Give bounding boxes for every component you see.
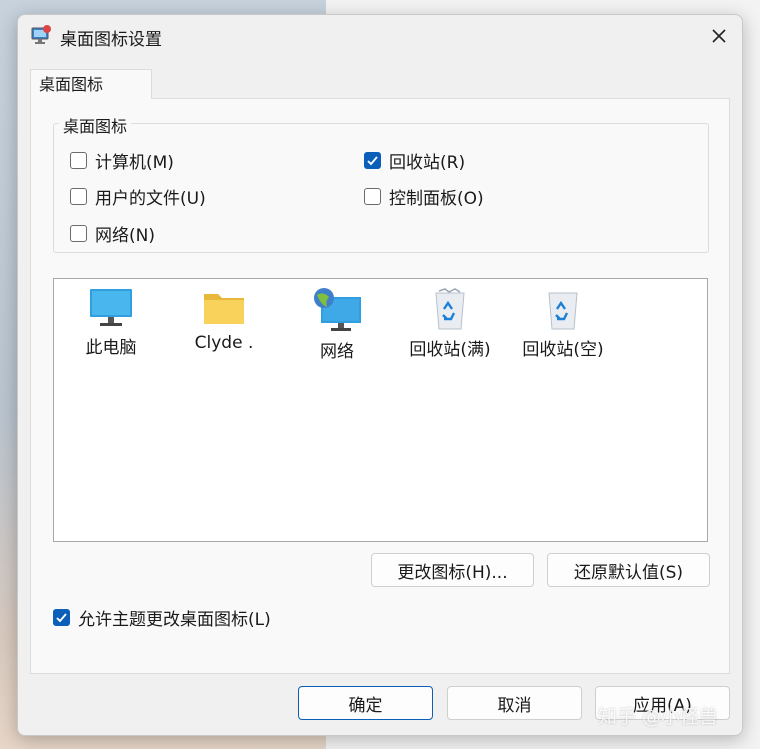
checkmark-icon <box>56 613 67 623</box>
checkbox-box[interactable] <box>364 152 381 169</box>
window-title: 桌面图标设置 <box>60 30 162 50</box>
icon-label: 回收站(空) <box>522 340 604 360</box>
title-bar[interactable]: 桌面图标设置 <box>18 15 742 57</box>
group-label: 桌面图标 <box>59 113 132 137</box>
recycle-bin-empty-icon <box>548 292 578 330</box>
checkbox-box[interactable] <box>364 188 381 205</box>
icon-item-network[interactable]: 网络 <box>289 287 385 362</box>
checkbox-label: 网络(N) <box>95 226 155 246</box>
checkbox-label: 回收站(R) <box>389 153 466 173</box>
checkbox-label: 用户的文件(U) <box>95 189 206 209</box>
checkmark-icon <box>367 156 378 166</box>
desktop-settings-icon <box>31 25 51 44</box>
icon-label: Clyde . <box>194 333 254 353</box>
checkbox-computer[interactable]: 计算机(M) <box>70 148 174 173</box>
watermark: 知乎 @小怪兽 <box>598 706 719 728</box>
checkbox-recycle-bin[interactable]: 回收站(R) <box>364 148 465 173</box>
checkbox-user-files[interactable]: 用户的文件(U) <box>70 184 206 209</box>
icon-label: 此电脑 <box>85 338 137 358</box>
checkbox-allow-themes[interactable]: 允许主题更改桌面图标(L) <box>53 605 271 630</box>
restore-default-button[interactable]: 还原默认值(S) <box>547 553 710 587</box>
checkbox-box[interactable] <box>53 609 70 626</box>
folder-icon <box>204 294 244 324</box>
ok-button[interactable]: 确定 <box>298 686 433 720</box>
icon-item-recycle-bin-full[interactable]: 回收站(满) <box>402 287 498 360</box>
checkbox-box[interactable] <box>70 152 87 169</box>
icon-item-recycle-bin-empty[interactable]: 回收站(空) <box>515 287 611 360</box>
checkbox-label: 计算机(M) <box>95 153 174 173</box>
checkbox-control-panel[interactable]: 控制面板(O) <box>364 184 484 209</box>
monitor-icon <box>90 289 132 326</box>
checkbox-box[interactable] <box>70 225 87 242</box>
cancel-button[interactable]: 取消 <box>447 686 582 720</box>
icon-item-this-pc[interactable]: 此电脑 <box>63 287 159 358</box>
checkbox-label: 允许主题更改桌面图标(L) <box>78 610 271 630</box>
close-button[interactable] <box>696 15 742 57</box>
desktop-icon-settings-dialog: 桌面图标设置 桌面图标 桌面图标 计算机(M) 回收站(R) 用户的文件(U) … <box>17 14 743 736</box>
checkbox-box[interactable] <box>70 188 87 205</box>
change-icon-button[interactable]: 更改图标(H)... <box>371 553 534 587</box>
close-icon <box>712 29 726 43</box>
icon-item-user-folder[interactable]: Clyde . <box>176 287 272 353</box>
tab-desktop-icons[interactable]: 桌面图标 <box>30 69 152 99</box>
icon-list: 此电脑 Clyde . 网络 回收站(满) 回收站(空) <box>53 278 708 542</box>
network-globe-icon <box>314 288 361 331</box>
icon-label: 回收站(满) <box>409 340 491 360</box>
recycle-bin-full-icon <box>435 288 465 330</box>
checkbox-label: 控制面板(O) <box>389 189 484 209</box>
icon-label: 网络 <box>320 342 354 362</box>
checkbox-network[interactable]: 网络(N) <box>70 221 155 246</box>
